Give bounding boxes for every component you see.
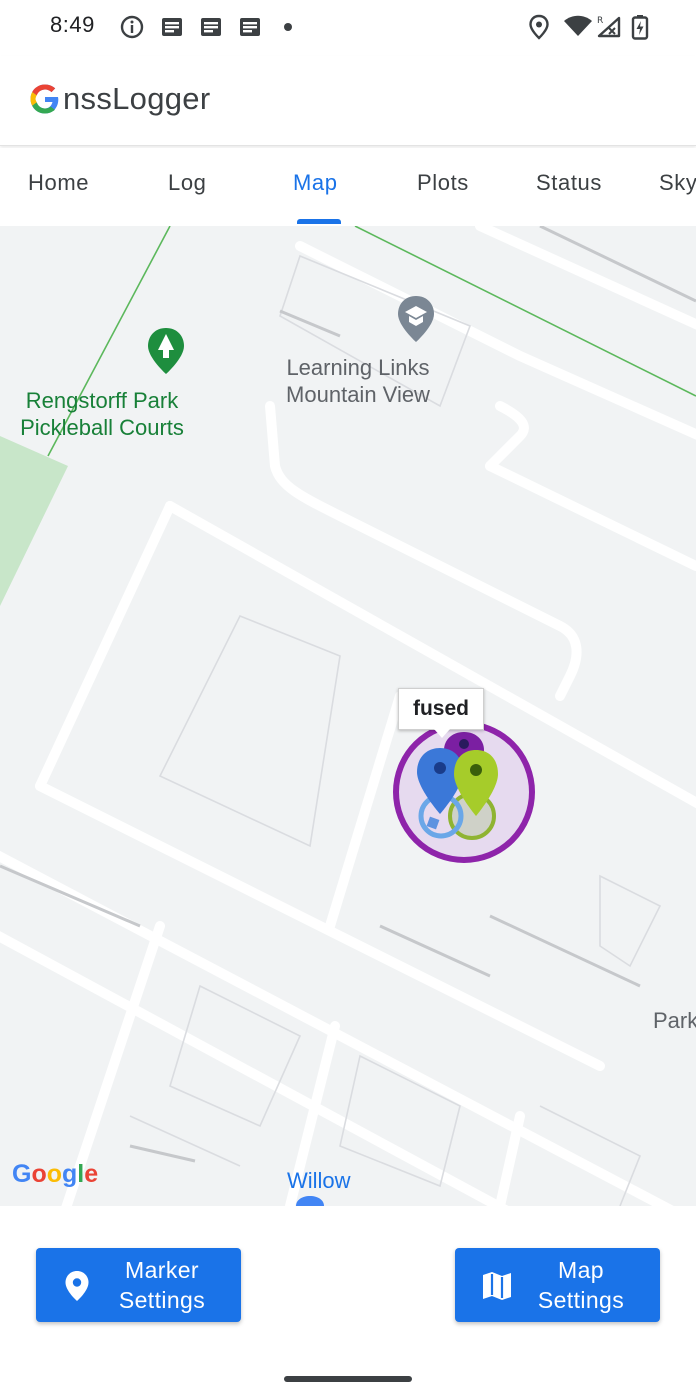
street-label-park: Park <box>653 1008 696 1033</box>
map-settings-label: Map Settings <box>537 1257 625 1313</box>
status-bar: 8:49 R <box>0 0 696 56</box>
svg-text:R: R <box>597 16 603 26</box>
street-label-willow: Willow <box>287 1168 351 1193</box>
notification-icon <box>201 18 221 36</box>
tab-sky[interactable]: Sky <box>659 170 696 196</box>
wifi-icon <box>564 15 592 36</box>
signal-icon: R <box>597 16 621 38</box>
tab-plots[interactable]: Plots <box>417 170 469 196</box>
tab-status[interactable]: Status <box>536 170 602 196</box>
active-tab-indicator <box>297 219 341 224</box>
battery-charging-icon <box>631 15 649 40</box>
location-pin-icon <box>65 1271 89 1301</box>
tab-log[interactable]: Log <box>168 170 207 196</box>
school-label[interactable]: Learning Links Mountain View <box>268 354 448 408</box>
google-logo: Google <box>12 1160 99 1188</box>
status-time: 8:49 <box>50 12 95 37</box>
bottom-controls: Marker Settings Map Settings <box>0 1206 696 1392</box>
home-indicator[interactable] <box>284 1376 412 1382</box>
info-icon <box>120 15 144 39</box>
app-title: nssLogger <box>28 76 210 122</box>
map-view[interactable]: Rengstorff Park Pickleball Courts Learni… <box>0 226 696 1206</box>
marker-settings-button[interactable]: Marker Settings <box>36 1248 241 1322</box>
park-label[interactable]: Rengstorff Park Pickleball Courts <box>2 387 202 441</box>
tab-bar: Home Log Map Plots Status Sky <box>0 148 696 226</box>
tab-home[interactable]: Home <box>28 170 89 196</box>
tab-map[interactable]: Map <box>293 170 338 196</box>
location-icon <box>529 14 549 40</box>
notification-icon <box>240 18 260 36</box>
dot-icon <box>284 23 292 31</box>
marker-info-tag[interactable]: fused <box>398 688 484 738</box>
map-settings-button[interactable]: Map Settings <box>455 1248 660 1322</box>
marker-settings-label: Marker Settings <box>118 1257 206 1313</box>
google-g-logo-icon <box>30 84 59 114</box>
notification-icon <box>162 18 182 36</box>
app-bar: nssLogger <box>0 56 696 146</box>
app-title-text: nssLogger <box>63 81 211 116</box>
map-icon <box>483 1272 511 1300</box>
